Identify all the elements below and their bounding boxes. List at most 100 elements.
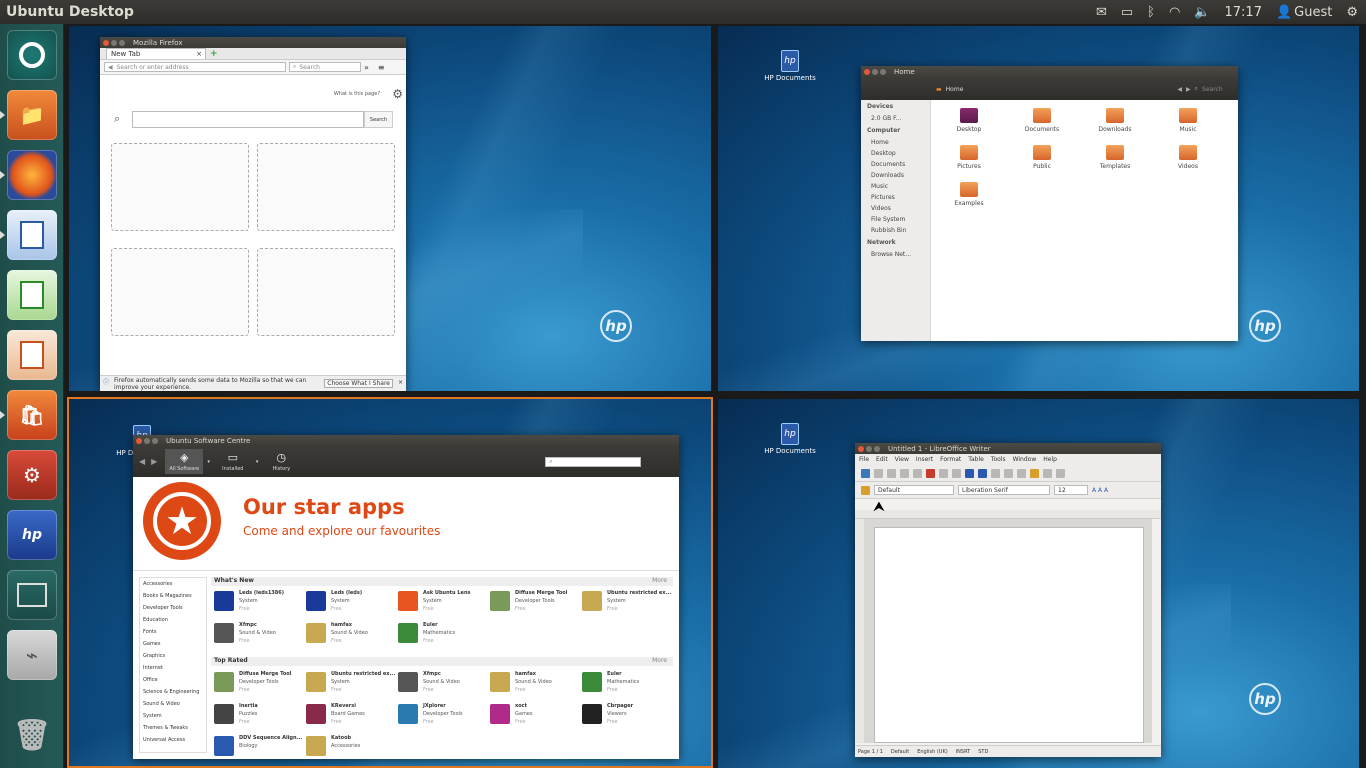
search-label[interactable]: Search [1202, 86, 1223, 93]
font-color-icon[interactable]: A A A [1092, 487, 1108, 494]
back-icon[interactable]: ◀ [139, 457, 145, 466]
tab-new-tab[interactable]: New Tab × [106, 48, 206, 59]
category-item[interactable]: Graphics [143, 650, 206, 662]
folder-item[interactable]: Templates [1089, 145, 1141, 170]
maximize-button[interactable] [874, 445, 880, 452]
banner[interactable]: ★ Our star apps Come and explore our fav… [133, 477, 679, 571]
tile-2[interactable] [257, 143, 395, 231]
libreoffice-writer-icon[interactable] [7, 210, 57, 260]
tab-installed[interactable]: ▭ Installed [214, 451, 252, 472]
tab-history[interactable]: ◷ History [262, 451, 300, 472]
app-item[interactable]: Inertia Puzzles Free [214, 702, 304, 732]
tile-4[interactable] [257, 248, 395, 336]
app-item[interactable]: Diffuse Merge Tool Developer Tools Free [490, 589, 580, 619]
sidebar-item[interactable]: Videos [861, 203, 930, 214]
redo-icon[interactable] [1056, 468, 1065, 478]
copy-icon[interactable] [1004, 468, 1013, 478]
back-icon[interactable]: ◀ [1177, 86, 1182, 93]
menu-item[interactable]: Edit [876, 456, 888, 463]
maximize-button[interactable] [880, 69, 886, 75]
insert-mode-status[interactable]: INSRT [956, 749, 971, 755]
sidebar-item[interactable]: Rubbish Bin [861, 225, 930, 236]
brush-icon[interactable] [1030, 468, 1039, 478]
workspace-4[interactable]: hp HP Documents hp Untitled 1 - LibreOffi… [718, 399, 1359, 768]
folder-item[interactable]: Examples [943, 182, 995, 207]
app-item[interactable]: Euler Mathematics Free [582, 670, 672, 700]
category-item[interactable]: Education [143, 614, 206, 626]
category-item[interactable]: Accessories [143, 578, 206, 590]
menu-item[interactable]: Format [940, 456, 961, 463]
category-item[interactable]: Themes & Tweaks [143, 722, 206, 734]
dropdown-icon[interactable]: ▾ [256, 459, 259, 465]
styles-icon[interactable] [861, 485, 870, 495]
sidebar-item[interactable]: Downloads [861, 170, 930, 181]
workspace-1[interactable]: hp Mozilla Firefox New Tab × + ◀ Search or … [69, 26, 711, 391]
folder-item[interactable]: Downloads [1089, 108, 1141, 133]
menu-item[interactable]: Table [968, 456, 984, 463]
sidebar-item[interactable]: File System [861, 214, 930, 225]
app-item[interactable]: Ask Ubuntu Lens System Free [398, 589, 488, 619]
hp-documents-icon[interactable]: hp [7, 510, 57, 560]
sidebar-item[interactable]: Browse Net... [861, 249, 930, 260]
software-centre-icon[interactable]: 🛍 [7, 390, 57, 440]
autocheck-icon[interactable] [978, 468, 987, 478]
tile-3[interactable] [111, 248, 249, 336]
cut-icon[interactable] [991, 468, 1000, 478]
dash-home-icon[interactable] [7, 30, 57, 80]
open-icon[interactable] [874, 468, 883, 478]
tile-1[interactable] [111, 143, 249, 231]
minimize-button[interactable] [866, 445, 872, 452]
category-item[interactable]: Fonts [143, 626, 206, 638]
minimize-button[interactable] [111, 39, 117, 46]
device-item[interactable]: 2.0 GB F... [861, 113, 930, 124]
folder-item[interactable]: Pictures [943, 145, 995, 170]
app-item[interactable]: hamfax Sound & Video Free [490, 670, 580, 700]
app-item[interactable]: Ubuntu restricted ex... System Free [582, 589, 672, 619]
spellcheck-icon[interactable] [965, 468, 974, 478]
print-icon[interactable] [939, 468, 948, 478]
menu-item[interactable]: File [859, 456, 869, 463]
edit-icon[interactable] [913, 468, 922, 478]
app-item[interactable]: Leds (leds) System Free [306, 589, 396, 619]
menu-item[interactable]: Insert [916, 456, 933, 463]
usb-drive-icon[interactable]: ⌁ [7, 630, 57, 680]
choose-button[interactable]: Choose What I Share [324, 379, 393, 388]
more-link[interactable]: More [652, 657, 667, 664]
selection-mode-status[interactable]: STD [978, 749, 988, 755]
preview-icon[interactable] [952, 468, 961, 478]
workspace-3[interactable]: hpHP Documents Ubuntu Software Centre ◀ … [67, 397, 713, 768]
app-item[interactable]: KReversi Board Games Free [306, 702, 396, 732]
app-item[interactable]: Xfmpc Sound & Video Free [214, 621, 304, 651]
files-icon[interactable]: 📁 [7, 90, 57, 140]
category-item[interactable]: Developer Tools [143, 602, 206, 614]
sidebar-item[interactable]: Desktop [861, 148, 930, 159]
app-item[interactable]: DDV Sequence Align... Biology [214, 734, 304, 764]
gear-icon[interactable]: ⚙ [1346, 5, 1358, 20]
firefox-icon[interactable] [7, 150, 57, 200]
overflow-icon[interactable]: » [364, 63, 369, 72]
folder-item[interactable]: Music [1162, 108, 1214, 133]
mail-icon[interactable] [900, 468, 909, 478]
category-item[interactable]: Games [143, 638, 206, 650]
document-page[interactable] [874, 527, 1144, 743]
hp-documents-desktop-icon[interactable]: hp HP Documents [755, 423, 825, 455]
sidebar-item[interactable]: Pictures [861, 192, 930, 203]
folder-item[interactable]: Desktop [943, 108, 995, 133]
app-item[interactable]: hamfax Sound & Video Free [306, 621, 396, 651]
save-icon[interactable] [887, 468, 896, 478]
dropdown-icon[interactable]: ▾ [207, 459, 210, 465]
app-item[interactable]: Katoob Accessories [306, 734, 396, 764]
minimize-button[interactable] [144, 437, 150, 444]
breadcrumb-home[interactable]: Home [946, 86, 964, 93]
app-item[interactable]: JXplorer Developer Tools Free [398, 702, 488, 732]
back-icon[interactable]: ◀ [108, 64, 113, 71]
sidebar-item[interactable]: Documents [861, 159, 930, 170]
volume-icon[interactable]: 🔈 [1194, 5, 1210, 20]
search-input[interactable]: ⌕ Search [289, 62, 361, 72]
new-icon[interactable] [861, 468, 870, 478]
mail-icon[interactable]: ✉ [1096, 5, 1107, 20]
writer-window[interactable]: Untitled 1 - LibreOffice Writer File Edi… [855, 443, 1161, 757]
close-button[interactable] [864, 69, 870, 75]
search-input[interactable]: ⌕ [545, 456, 642, 467]
tab-all-software[interactable]: ◈ All Software [165, 449, 204, 474]
